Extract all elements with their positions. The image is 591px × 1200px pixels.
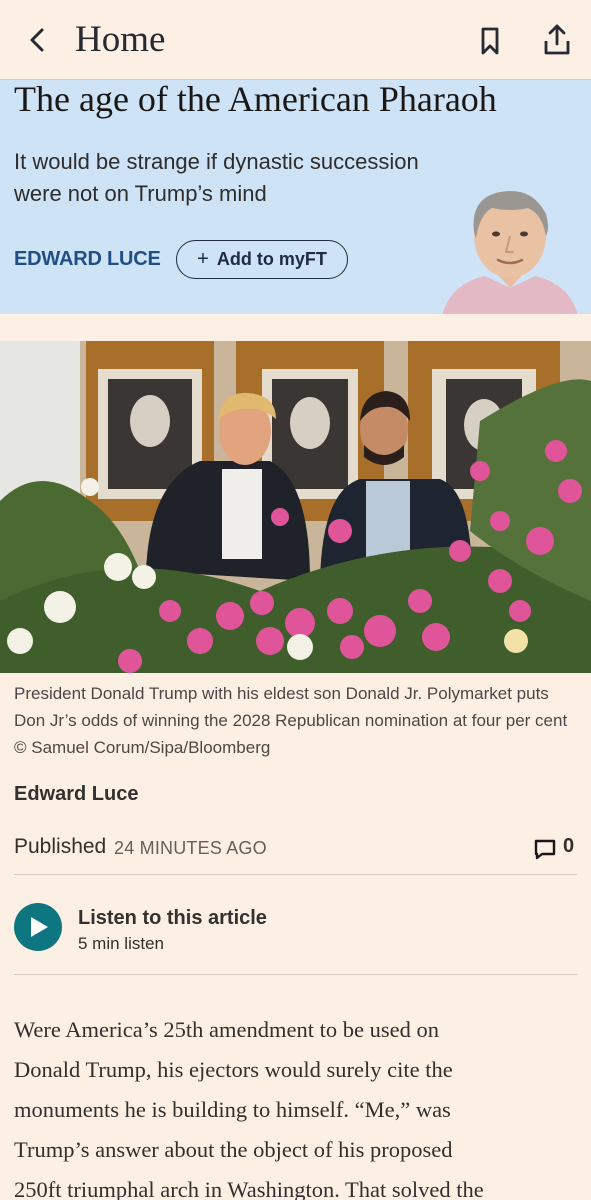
top-bar: Home [0,0,591,80]
article-body: Were America’s 25th amendment to be used… [14,1010,584,1200]
comment-count[interactable]: 0 [563,835,574,858]
body-line: monuments he is building to himself. “Me… [14,1097,451,1122]
body-line: Trump’s answer about the object of his p… [14,1137,453,1162]
play-icon [31,917,48,937]
comment-icon[interactable] [534,838,556,860]
published-label: Published [14,835,107,858]
plus-icon: + [197,248,209,270]
body-line: Were America’s 25th amendment to be used… [14,1017,439,1042]
share-icon[interactable] [540,22,574,58]
page-title[interactable]: Home [75,18,165,61]
body-line: Donald Trump, his ejectors would surely … [14,1057,453,1082]
photo-caption: President Donald Trump with his eldest s… [14,684,568,757]
published-time: 24 minutes ago [114,838,267,858]
author-portrait [442,190,578,314]
headline: The age of the American Pharaoh [14,80,497,119]
article-photo [0,341,591,673]
author-tag-link[interactable]: EDWARD LUCE [14,248,161,271]
bookmark-icon[interactable] [476,24,504,58]
byline-author[interactable]: Edward Luce [14,783,138,806]
standfirst: It would be strange if dynastic successi… [14,149,419,206]
body-line: 250ft triumphal arch in Washington. That… [14,1177,484,1200]
article-header: The age of the American Pharaoh It would… [0,80,591,314]
chevron-left-icon[interactable] [22,22,54,58]
add-to-myft-button[interactable]: + Add to myFT [176,240,348,279]
play-button[interactable] [14,903,62,951]
add-to-myft-label: Add to myFT [216,249,327,269]
listen-to-article[interactable]: Listen to this article 5 min listen [14,903,577,975]
published-row: Published 24 minutes ago 0 [14,835,577,875]
listen-title: Listen to this article [78,907,267,929]
listen-duration: 5 min listen [78,934,164,953]
